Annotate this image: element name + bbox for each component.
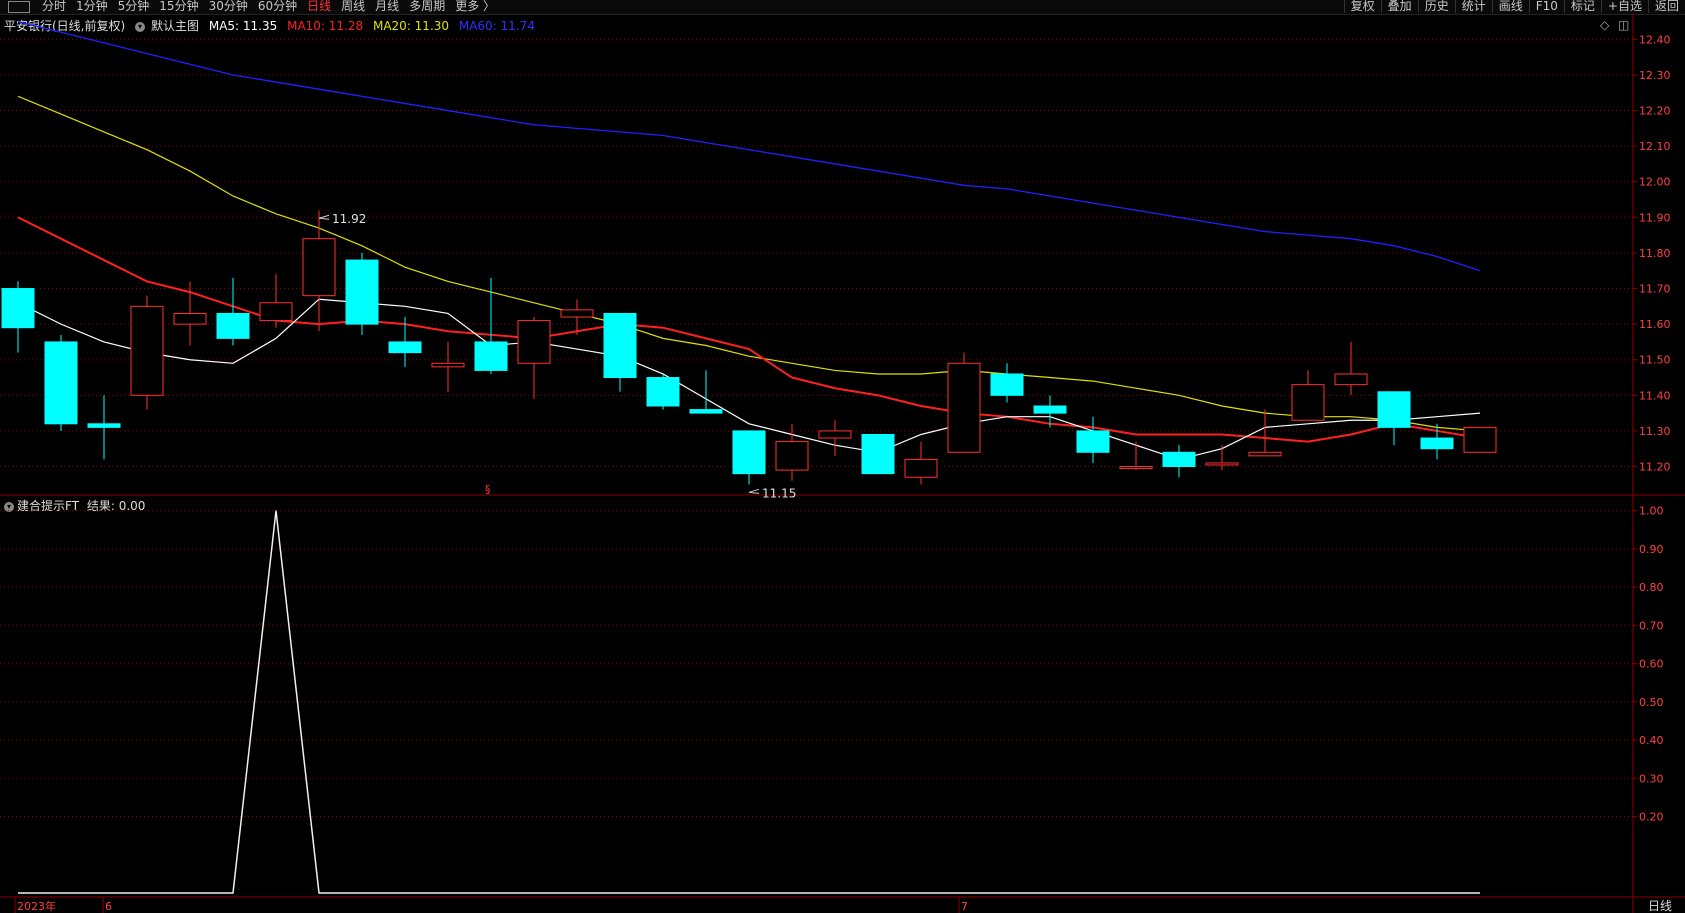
y-tick-label: 11.40 — [1639, 389, 1671, 402]
price-annotation: 11.15 — [762, 486, 796, 500]
y-tick-label: 0.60 — [1639, 658, 1664, 671]
candle-body — [1, 288, 35, 329]
candle-body — [646, 377, 680, 407]
y-tick-label: 0.90 — [1639, 543, 1664, 556]
y-tick-label: 11.90 — [1639, 211, 1671, 224]
y-tick-label: 12.10 — [1639, 140, 1671, 153]
candle — [431, 341, 465, 392]
candle — [130, 295, 164, 410]
candle-body — [87, 423, 121, 428]
candle-body — [345, 259, 379, 325]
candle-body — [1334, 373, 1368, 386]
candle — [1162, 445, 1196, 478]
candle — [818, 420, 852, 456]
candle — [775, 423, 809, 481]
candle — [1076, 416, 1110, 463]
candle-body — [1377, 391, 1411, 428]
candle-body — [603, 312, 637, 379]
candle-body — [388, 341, 422, 354]
y-tick-label: 0.80 — [1639, 581, 1664, 594]
candle-body — [1119, 466, 1153, 470]
candle-body — [1205, 462, 1239, 466]
y-tick-label: 12.20 — [1639, 105, 1671, 118]
candle-body — [775, 441, 809, 471]
candle — [345, 252, 379, 335]
candle — [861, 433, 895, 475]
annotation-arrow — [748, 488, 760, 494]
candle-body — [130, 305, 164, 396]
candle — [259, 274, 293, 328]
x-axis-label: 2023年 — [17, 899, 56, 913]
y-tick-label: 0.70 — [1639, 619, 1664, 632]
candle-body — [173, 312, 207, 325]
candle — [44, 334, 78, 431]
candle-body — [1162, 451, 1196, 468]
candle — [1119, 441, 1153, 471]
candle-body — [947, 362, 981, 453]
candle — [732, 430, 766, 485]
candle-body — [560, 309, 594, 318]
candle — [302, 210, 336, 332]
candle-body — [689, 409, 723, 414]
candle-body — [818, 430, 852, 439]
y-tick-label: 11.50 — [1639, 354, 1671, 367]
candle — [904, 441, 938, 485]
candle — [173, 281, 207, 346]
candle-body — [474, 341, 508, 371]
x-axis-label: 6 — [105, 900, 112, 913]
y-tick-label: 11.80 — [1639, 247, 1671, 260]
y-tick-label: 12.30 — [1639, 69, 1671, 82]
y-tick-label: 11.30 — [1639, 425, 1671, 438]
price-annotation: 11.92 — [332, 212, 366, 226]
candle-body — [44, 341, 78, 425]
x-axis-label: 7 — [961, 900, 968, 913]
candle-body — [1076, 430, 1110, 453]
candle-body — [1248, 451, 1282, 457]
candle-body — [259, 302, 293, 322]
candle-body — [1463, 426, 1497, 453]
candle-body — [302, 238, 336, 297]
y-tick-label: 11.60 — [1639, 318, 1671, 331]
candle — [216, 277, 250, 346]
period-label[interactable]: 日线 — [1635, 899, 1685, 913]
candle — [87, 395, 121, 460]
candle — [990, 363, 1024, 403]
candle — [1377, 391, 1411, 446]
candle-body — [861, 433, 895, 475]
y-tick-label: 1.00 — [1639, 505, 1664, 518]
candle-body — [904, 458, 938, 478]
candle — [603, 312, 637, 392]
candle-body — [1420, 437, 1454, 450]
candle-body — [732, 430, 766, 475]
kline-chart[interactable]: 12.40 12.30 12.20 12.10 12.00 11.90 11.80 11.70… — [0, 0, 1685, 913]
candle — [517, 317, 551, 399]
candle — [1334, 341, 1368, 396]
candle-body — [1291, 384, 1325, 421]
candle — [646, 373, 680, 410]
candle-body — [1033, 405, 1067, 414]
candle-body — [517, 320, 551, 364]
y-tick-label: 11.20 — [1639, 461, 1671, 474]
signal-marker: § — [485, 483, 491, 496]
y-tick-label: 11.70 — [1639, 283, 1671, 296]
candle — [474, 277, 508, 374]
y-tick-label: 12.40 — [1639, 33, 1671, 46]
y-tick-label: 0.30 — [1639, 772, 1664, 785]
candle-body — [431, 362, 465, 368]
candle — [1, 281, 35, 353]
y-tick-label: 12.00 — [1639, 176, 1671, 189]
candle — [1463, 426, 1497, 453]
candle-body — [216, 312, 250, 339]
y-tick-label: 0.50 — [1639, 696, 1664, 709]
candle — [1291, 370, 1325, 421]
candle-body — [990, 373, 1024, 396]
candle — [947, 352, 981, 453]
candle — [1205, 445, 1239, 471]
y-tick-label: 0.40 — [1639, 734, 1664, 747]
y-tick-label: 0.20 — [1639, 811, 1664, 824]
